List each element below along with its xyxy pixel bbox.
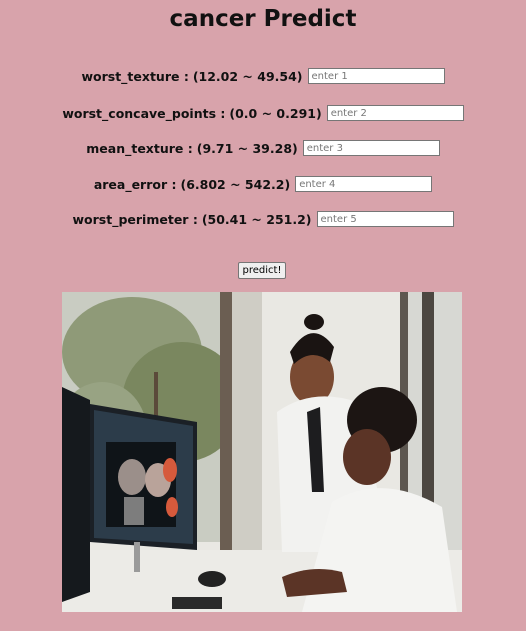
field-label: mean_texture : <box>86 140 193 156</box>
field-range: (50.41 ~ 251.2) <box>201 211 312 227</box>
field-label: worst_perimeter : <box>72 211 198 227</box>
field-label: worst_concave_points : <box>62 105 226 121</box>
field-label: area_error : <box>93 176 177 192</box>
doctors-photo <box>62 292 462 612</box>
field-range: (0.0 ~ 0.291) <box>229 105 322 121</box>
predict-button[interactable]: predict! <box>238 262 286 279</box>
field-row-mean-texture: mean_texture : (9.71 ~ 39.28) <box>0 140 526 156</box>
worst-concave-points-input[interactable] <box>326 105 464 121</box>
field-row-worst-concave-points: worst_concave_points : (0.0 ~ 0.291) <box>0 105 526 121</box>
page-title: cancer Predict <box>169 6 357 32</box>
worst-texture-input[interactable] <box>307 68 445 84</box>
field-label: worst_texture : <box>81 68 189 84</box>
area-error-input[interactable] <box>295 176 433 192</box>
field-row-worst-perimeter: worst_perimeter : (50.41 ~ 251.2) <box>0 211 526 227</box>
field-range: (9.71 ~ 39.28) <box>196 140 298 156</box>
field-range: (12.02 ~ 49.54) <box>192 68 303 84</box>
field-row-worst-texture: worst_texture : (12.02 ~ 49.54) <box>0 68 526 84</box>
worst-perimeter-input[interactable] <box>316 211 454 227</box>
page: cancer Predict worst_texture : (12.02 ~ … <box>0 0 526 631</box>
mean-texture-input[interactable] <box>302 140 440 156</box>
field-row-area-error: area_error : (6.802 ~ 542.2) <box>0 176 526 192</box>
field-range: (6.802 ~ 542.2) <box>180 176 291 192</box>
